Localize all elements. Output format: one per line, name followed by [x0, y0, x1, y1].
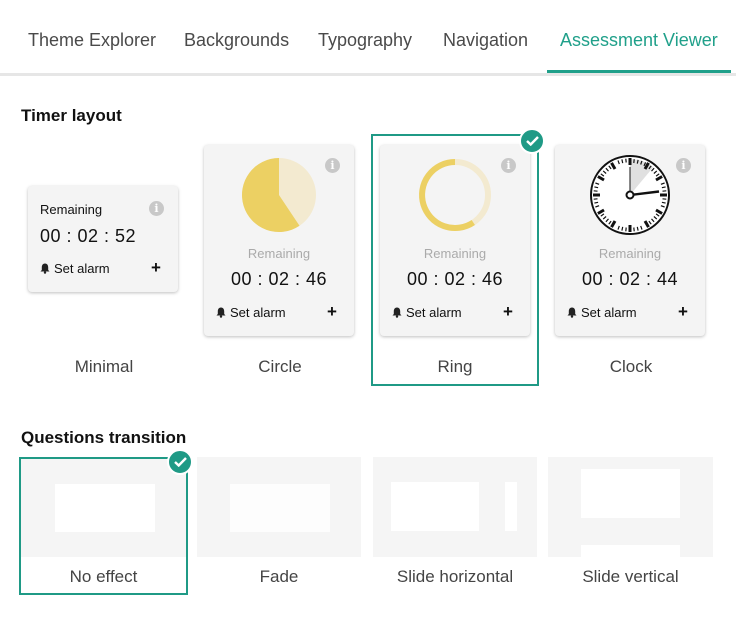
- add-icon[interactable]: +: [503, 303, 513, 320]
- preview-slide: [55, 484, 155, 532]
- selected-check-icon: [519, 128, 545, 154]
- transition-preview: [197, 457, 361, 557]
- transition-option-no-effect[interactable]: No effect: [19, 457, 188, 595]
- add-icon[interactable]: +: [678, 303, 688, 320]
- timer-value: 00 : 02 : 46: [230, 269, 328, 289]
- timer-preview-card: i Remaining 00 : 02 : 46 Set alarm +: [380, 145, 530, 336]
- preview-slide: [230, 484, 330, 532]
- circle-timer-graphic: [241, 158, 316, 232]
- info-icon: i: [325, 158, 340, 173]
- transition-option-label: Fade: [259, 567, 299, 586]
- timer-option-label: Minimal: [74, 357, 134, 376]
- transition-option-label: Slide vertical: [582, 567, 679, 586]
- add-icon[interactable]: +: [327, 303, 337, 320]
- timer-preview-card: i Remaining 00 : 02 : 44 Set alarm +: [555, 145, 705, 336]
- preview-next-slide: [505, 482, 517, 531]
- set-alarm-label: Set alarm: [406, 305, 462, 320]
- set-alarm-button[interactable]: Set alarm: [567, 305, 637, 320]
- preview-slide: [581, 469, 680, 518]
- timer-option-circle[interactable]: i Remaining 00 : 02 : 46 Set alarm + Cir…: [195, 140, 365, 386]
- transition-option-slide-vertical[interactable]: Slide vertical: [548, 457, 713, 595]
- timer-option-minimal[interactable]: Remaining i 00 : 02 : 52 Set alarm + Min…: [19, 140, 189, 386]
- preview-next-slide: [581, 545, 680, 557]
- bell-icon: [40, 262, 50, 274]
- timer-preview-card: i Remaining 00 : 02 : 46 Set alarm +: [204, 145, 354, 336]
- set-alarm-button[interactable]: Set alarm: [392, 305, 462, 320]
- remaining-label: Remaining: [40, 202, 103, 217]
- remaining-label: Remaining: [247, 246, 311, 261]
- tab-assessment-viewer[interactable]: Assessment Viewer: [560, 30, 718, 51]
- tab-theme-explorer[interactable]: Theme Explorer: [28, 30, 156, 51]
- bell-icon: [392, 306, 402, 318]
- preview-slide: [391, 482, 479, 531]
- timer-option-label: Clock: [609, 357, 653, 376]
- ring-timer-graphic: [419, 159, 491, 231]
- transition-option-label: Slide horizontal: [396, 567, 514, 586]
- set-alarm-button[interactable]: Set alarm: [216, 305, 286, 320]
- timer-preview-card: Remaining i 00 : 02 : 52 Set alarm +: [28, 186, 178, 292]
- timer-option-ring[interactable]: i Remaining 00 : 02 : 46 Set alarm + Rin…: [371, 134, 539, 386]
- remaining-label: Remaining: [423, 246, 487, 261]
- questions-transition-title: Questions transition: [21, 428, 187, 447]
- timer-value: 00 : 02 : 44: [581, 269, 679, 289]
- active-tab-indicator: [547, 70, 731, 73]
- info-icon: i: [149, 201, 164, 216]
- clock-timer-graphic: [590, 155, 670, 235]
- set-alarm-button[interactable]: Set alarm: [40, 261, 110, 276]
- timer-value: 00 : 02 : 46: [406, 269, 504, 289]
- info-icon: i: [501, 158, 516, 173]
- transition-preview: [548, 457, 713, 557]
- bell-icon: [567, 306, 577, 318]
- remaining-label: Remaining: [598, 246, 662, 261]
- transition-option-slide-horizontal[interactable]: Slide horizontal: [373, 457, 537, 595]
- timer-layout-title: Timer layout: [21, 106, 122, 125]
- tab-navigation[interactable]: Navigation: [443, 30, 528, 51]
- timer-option-clock[interactable]: i Remaining 00 : 02 : 44 Set alarm + Clo…: [546, 140, 716, 386]
- timer-value: 00 : 02 : 52: [40, 226, 137, 246]
- transition-option-fade[interactable]: Fade: [197, 457, 361, 595]
- info-icon: i: [676, 158, 691, 173]
- set-alarm-label: Set alarm: [54, 261, 110, 276]
- timer-option-label: Circle: [258, 357, 302, 376]
- tab-typography[interactable]: Typography: [318, 30, 412, 51]
- add-icon[interactable]: +: [151, 259, 161, 276]
- set-alarm-label: Set alarm: [581, 305, 637, 320]
- tab-backgrounds[interactable]: Backgrounds: [184, 30, 289, 51]
- transition-preview: [373, 457, 537, 557]
- transition-option-label: No effect: [69, 567, 138, 586]
- selected-check-icon: [167, 449, 193, 475]
- timer-option-label: Ring: [437, 357, 473, 376]
- transition-preview: [21, 459, 186, 557]
- tab-bar: Theme Explorer Backgrounds Typography Na…: [0, 0, 736, 76]
- bell-icon: [216, 306, 226, 318]
- set-alarm-label: Set alarm: [230, 305, 286, 320]
